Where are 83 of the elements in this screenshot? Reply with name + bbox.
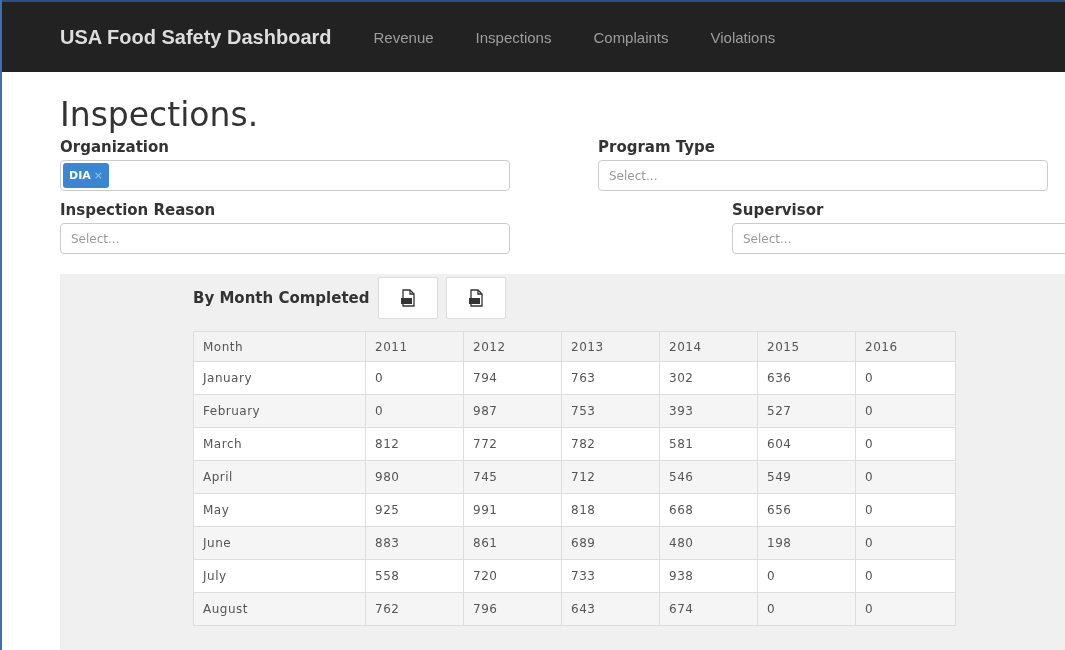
table-cell: 925 — [365, 493, 464, 527]
column-header: 2012 — [463, 331, 562, 362]
table-cell: 0 — [855, 559, 956, 593]
table-cell: 393 — [659, 394, 758, 428]
table-cell: 720 — [463, 559, 562, 593]
table-cell: 0 — [855, 427, 956, 461]
table-cell: 796 — [463, 592, 562, 626]
table-cell: August — [193, 592, 366, 626]
table-cell: 745 — [463, 460, 562, 494]
column-header: 2011 — [365, 331, 464, 362]
table-cell: 0 — [365, 361, 464, 395]
column-header: 2016 — [855, 331, 956, 362]
nav-link[interactable]: Inspections — [475, 28, 552, 46]
table-cell: July — [193, 559, 366, 593]
table-cell: 0 — [855, 526, 956, 560]
table-cell: 733 — [561, 559, 660, 593]
table-cell: 0 — [855, 493, 956, 527]
select-field[interactable]: DIA × — [60, 160, 510, 191]
table-cell: January — [193, 361, 366, 395]
table-cell: 674 — [659, 592, 758, 626]
brand[interactable]: USA Food Safety Dashboard — [60, 25, 332, 49]
nav-link[interactable]: Revenue — [373, 28, 434, 46]
file-icon — [399, 288, 416, 307]
table-cell: 0 — [757, 559, 856, 593]
table-cell: February — [193, 394, 366, 428]
table-cell: June — [193, 526, 366, 560]
table-cell: 980 — [365, 460, 464, 494]
table-cell: April — [193, 460, 366, 494]
table-cell: March — [193, 427, 366, 461]
filter-label: Supervisor — [732, 200, 825, 221]
file-icon — [467, 288, 484, 307]
table-cell: 689 — [561, 526, 660, 560]
column-header: 2015 — [757, 331, 856, 362]
table-cell: 794 — [463, 361, 562, 395]
table-cell: 549 — [757, 460, 856, 494]
page-title: Inspections. — [60, 94, 260, 136]
column-header: Month — [193, 331, 366, 362]
panel-title: By Month Completed — [193, 288, 370, 307]
filter-label: Organization — [60, 137, 170, 158]
nav-link[interactable]: Violations — [710, 28, 776, 46]
table-cell: 604 — [757, 427, 856, 461]
nav-link[interactable]: Complaints — [593, 28, 669, 46]
table-cell: 558 — [365, 559, 464, 593]
table-cell: 656 — [757, 493, 856, 527]
filter-label: Program Type — [598, 137, 716, 158]
filter-tag[interactable]: DIA × — [63, 163, 109, 188]
table-cell: 753 — [561, 394, 660, 428]
table-cell: May — [193, 493, 366, 527]
table-cell: 987 — [463, 394, 562, 428]
table-cell: 668 — [659, 493, 758, 527]
table-cell: 198 — [757, 526, 856, 560]
table-cell: 0 — [855, 460, 956, 494]
table-cell: 938 — [659, 559, 758, 593]
table-cell: 883 — [365, 526, 464, 560]
table-cell: 643 — [561, 592, 660, 626]
select-field[interactable]: Select... — [598, 160, 1048, 191]
table-cell: 302 — [659, 361, 758, 395]
filter-label: Inspection Reason — [60, 200, 217, 221]
table-cell: 812 — [365, 427, 464, 461]
table-cell: 991 — [463, 493, 562, 527]
export-button[interactable] — [445, 276, 506, 319]
table-cell: 546 — [659, 460, 758, 494]
select-field[interactable]: Select... — [60, 223, 510, 254]
column-header: 2013 — [561, 331, 660, 362]
select-field[interactable]: Select... — [732, 223, 1065, 254]
table-cell: 0 — [855, 394, 956, 428]
table-cell: 763 — [561, 361, 660, 395]
table-cell: 636 — [757, 361, 856, 395]
table-cell: 0 — [757, 592, 856, 626]
table-cell: 772 — [463, 427, 562, 461]
table-cell: 861 — [463, 526, 562, 560]
table-cell: 712 — [561, 460, 660, 494]
table-cell: 762 — [365, 592, 464, 626]
column-header: 2014 — [659, 331, 758, 362]
table-cell: 480 — [659, 526, 758, 560]
table-cell: 782 — [561, 427, 660, 461]
export-button[interactable] — [377, 276, 438, 319]
table-cell: 581 — [659, 427, 758, 461]
table-cell: 0 — [365, 394, 464, 428]
table-cell: 0 — [855, 592, 956, 626]
table-cell: 818 — [561, 493, 660, 527]
table-cell: 527 — [757, 394, 856, 428]
table-cell: 0 — [855, 361, 956, 395]
